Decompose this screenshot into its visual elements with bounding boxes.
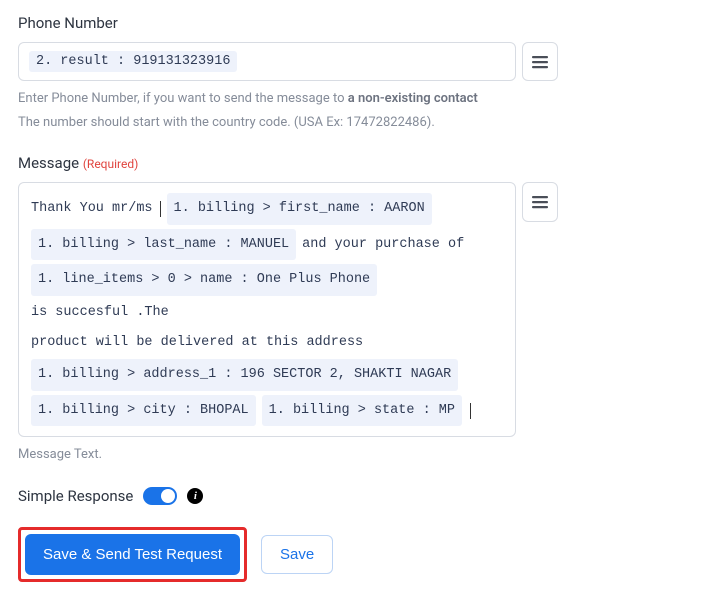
chip-state[interactable]: 1. billing > state : MP bbox=[262, 395, 462, 427]
message-menu-button[interactable] bbox=[522, 182, 558, 222]
chip-line-item[interactable]: 1. line_items > 0 > name : One Plus Phon… bbox=[31, 264, 377, 296]
phone-label: Phone Number bbox=[18, 14, 708, 32]
phone-chip[interactable]: 2. result : 919131323916 bbox=[29, 51, 237, 72]
required-tag: (Required) bbox=[83, 157, 138, 171]
chip-last-name[interactable]: 1. billing > last_name : MANUEL bbox=[31, 229, 296, 261]
message-field-row: Thank You mr/ms 1. billing > first_name … bbox=[18, 182, 708, 437]
text-caret-2 bbox=[470, 403, 471, 419]
phone-section: Phone Number 2. result : 919131323916 En… bbox=[18, 14, 708, 132]
phone-field-row: 2. result : 919131323916 bbox=[18, 42, 708, 81]
text-caret bbox=[160, 201, 161, 217]
message-help: Message Text. bbox=[18, 445, 708, 465]
simple-response-row: Simple Response i bbox=[18, 487, 708, 505]
phone-menu-button[interactable] bbox=[522, 42, 558, 81]
menu-icon bbox=[531, 55, 549, 69]
phone-input[interactable]: 2. result : 919131323916 bbox=[18, 42, 516, 81]
info-icon[interactable]: i bbox=[187, 488, 203, 504]
save-button[interactable]: Save bbox=[261, 535, 333, 574]
simple-response-label: Simple Response bbox=[18, 487, 133, 505]
phone-help-1: Enter Phone Number, if you want to send … bbox=[18, 89, 708, 109]
save-send-test-button[interactable]: Save & Send Test Request bbox=[25, 534, 240, 575]
simple-response-toggle[interactable] bbox=[143, 487, 177, 505]
button-row: Save & Send Test Request Save bbox=[18, 527, 708, 582]
chip-city[interactable]: 1. billing > city : BHOPAL bbox=[31, 395, 256, 427]
highlight-box: Save & Send Test Request bbox=[18, 527, 247, 582]
chip-first-name[interactable]: 1. billing > first_name : AARON bbox=[167, 193, 432, 225]
phone-help-2: The number should start with the country… bbox=[18, 113, 708, 133]
menu-icon bbox=[531, 195, 549, 209]
message-input[interactable]: Thank You mr/ms 1. billing > first_name … bbox=[18, 182, 516, 437]
message-label: Message (Required) bbox=[18, 154, 708, 172]
chip-address[interactable]: 1. billing > address_1 : 196 SECTOR 2, S… bbox=[31, 359, 458, 391]
message-section: Message (Required) Thank You mr/ms 1. bi… bbox=[18, 154, 708, 465]
